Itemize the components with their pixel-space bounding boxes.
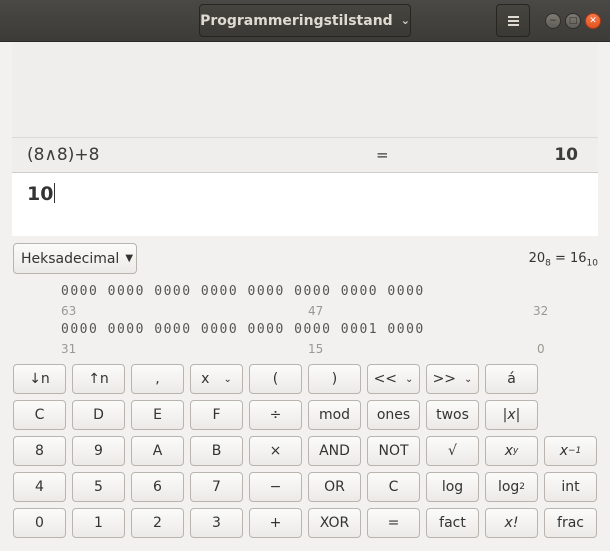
digit-d-button[interactable]: D xyxy=(72,400,125,430)
chevron-down-icon: ⌄ xyxy=(464,373,473,385)
reciprocal-button[interactable]: x −1 xyxy=(544,436,597,466)
digit-e-button[interactable]: E xyxy=(131,400,184,430)
twos-complement-button[interactable]: twos xyxy=(426,400,479,430)
open-paren-button[interactable]: ( xyxy=(249,364,302,394)
hamburger-icon xyxy=(507,15,519,26)
maximize-button[interactable]: □ xyxy=(565,13,581,29)
multiply-button[interactable]: × xyxy=(249,436,302,466)
bit-row-low[interactable]: 0000 0000 0000 0000 0000 0000 0001 0000 xyxy=(61,322,425,337)
shift-up-button[interactable]: ↑n xyxy=(72,364,125,394)
title-bar: Programmeringstilstand ⌄ − □ ✕ xyxy=(0,0,610,42)
power-button[interactable]: xy xyxy=(485,436,538,466)
bit-index-15: 15 xyxy=(308,342,324,356)
log2-button[interactable]: log 2 xyxy=(485,472,538,502)
bit-index-63: 63 xyxy=(61,304,77,318)
bit-index-0: 0 xyxy=(537,342,545,356)
variable-dropdown-button[interactable]: x ⌄ xyxy=(190,364,243,394)
fact-button[interactable]: fact xyxy=(426,508,479,538)
absolute-value-button[interactable]: |x| xyxy=(485,400,538,430)
or-button[interactable]: OR xyxy=(308,472,361,502)
and-button[interactable]: AND xyxy=(308,436,361,466)
bit-row-high[interactable]: 0000 0000 0000 0000 0000 0000 0000 0000 xyxy=(61,284,425,299)
ones-complement-button[interactable]: ones xyxy=(367,400,420,430)
number-base-dropdown[interactable]: Heksadecimal ▼ xyxy=(13,243,137,274)
factorial-button[interactable]: x! xyxy=(485,508,538,538)
base-label: Heksadecimal xyxy=(21,250,120,267)
bit-index-32: 32 xyxy=(533,304,549,318)
subtract-button[interactable]: − xyxy=(249,472,302,502)
digit-b-button[interactable]: B xyxy=(190,436,243,466)
square-root-button[interactable]: √ xyxy=(426,436,479,466)
digit-6-button[interactable]: 6 xyxy=(131,472,184,502)
history-row[interactable]: (8∧8)+8 = 10 xyxy=(12,138,598,173)
divide-button[interactable]: ÷ xyxy=(249,400,302,430)
digit-2-button[interactable]: 2 xyxy=(131,508,184,538)
integer-button[interactable]: int xyxy=(544,472,597,502)
mod-button[interactable]: mod xyxy=(308,400,361,430)
chevron-down-icon: ⌄ xyxy=(400,14,410,27)
digit-c-button[interactable]: C xyxy=(13,400,66,430)
digit-4-button[interactable]: 4 xyxy=(13,472,66,502)
close-icon: ✕ xyxy=(589,15,597,26)
character-code-button[interactable]: á xyxy=(485,364,538,394)
menu-button[interactable] xyxy=(496,4,530,37)
not-button[interactable]: NOT xyxy=(367,436,420,466)
add-button[interactable]: + xyxy=(249,508,302,538)
xor-button[interactable]: XOR xyxy=(308,508,361,538)
shift-left-dropdown-button[interactable]: << ⌄ xyxy=(367,364,420,394)
minimize-button[interactable]: − xyxy=(545,13,561,29)
triangle-down-icon: ▼ xyxy=(125,253,134,264)
digit-5-button[interactable]: 5 xyxy=(72,472,125,502)
digit-9-button[interactable]: 9 xyxy=(72,436,125,466)
close-paren-button[interactable]: ) xyxy=(308,364,361,394)
digit-a-button[interactable]: A xyxy=(131,436,184,466)
history-expression: (8∧8)+8 xyxy=(27,145,100,165)
log-button[interactable]: log xyxy=(426,472,479,502)
equals-button[interactable]: = xyxy=(367,508,420,538)
bit-index-47: 47 xyxy=(308,304,324,318)
text-caret xyxy=(54,183,56,203)
base-conversion: 208 = 1610 xyxy=(528,251,598,269)
shift-down-button[interactable]: ↓n xyxy=(13,364,66,394)
digit-0-button[interactable]: 0 xyxy=(13,508,66,538)
digit-7-button[interactable]: 7 xyxy=(190,472,243,502)
digit-3-button[interactable]: 3 xyxy=(190,508,243,538)
fraction-button[interactable]: frac xyxy=(544,508,597,538)
history-area xyxy=(12,42,598,138)
chevron-down-icon: ⌄ xyxy=(223,373,232,385)
maximize-icon: □ xyxy=(568,15,578,26)
digit-1-button[interactable]: 1 xyxy=(72,508,125,538)
mode-label: Programmeringstilstand xyxy=(200,12,393,29)
comma-button[interactable]: , xyxy=(131,364,184,394)
chevron-down-icon: ⌄ xyxy=(405,373,414,385)
shift-right-dropdown-button[interactable]: >> ⌄ xyxy=(426,364,479,394)
digit-f-button[interactable]: F xyxy=(190,400,243,430)
clear-button[interactable]: C xyxy=(367,472,420,502)
history-equals: = xyxy=(376,146,389,164)
close-button[interactable]: ✕ xyxy=(585,13,601,29)
history-result: 10 xyxy=(554,145,578,165)
bit-index-31: 31 xyxy=(61,342,77,356)
mode-selector-button[interactable]: Programmeringstilstand ⌄ xyxy=(199,4,411,37)
minimize-icon: − xyxy=(549,15,557,26)
entry-field[interactable]: 10 xyxy=(12,173,598,236)
digit-8-button[interactable]: 8 xyxy=(13,436,66,466)
entry-value: 10 xyxy=(27,183,54,205)
